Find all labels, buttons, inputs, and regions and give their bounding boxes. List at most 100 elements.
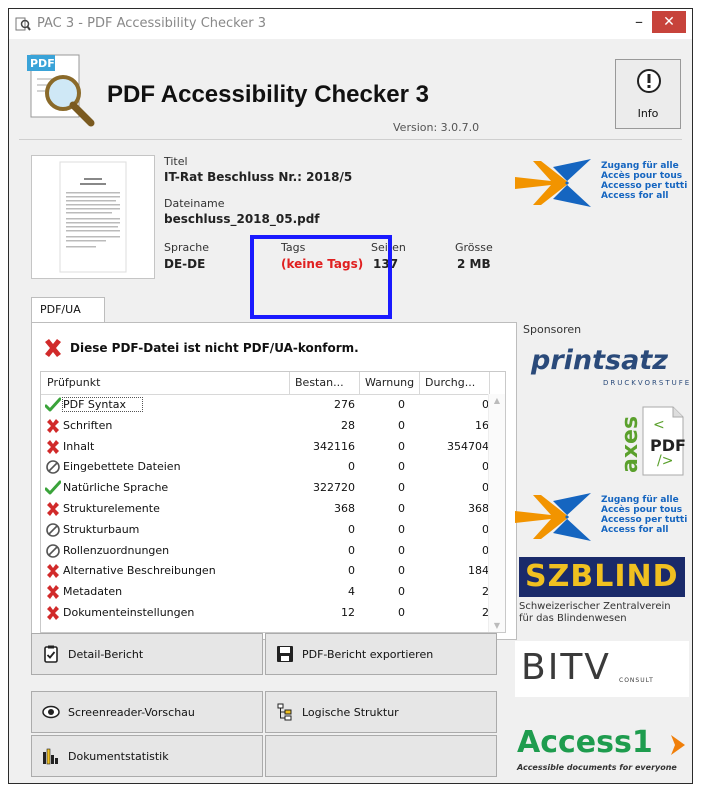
checkpoint-name: Strukturelemente xyxy=(63,502,160,515)
empty-button-slot xyxy=(265,735,497,777)
zugang-line-4b: Access for all xyxy=(601,525,669,535)
table-row[interactable]: Inhalt 342116 0 354704 xyxy=(41,437,491,457)
failed-count: 354704 xyxy=(447,439,489,453)
checkpoint-name: Natürliche Sprache xyxy=(63,481,169,495)
table-row[interactable]: Dokumenteinstellungen 12 0 2 xyxy=(41,603,491,623)
svg-text:/>: /> xyxy=(657,453,673,469)
bitv-subtitle: CONSULT xyxy=(619,677,654,684)
export-report-button[interactable]: PDF-Bericht exportieren xyxy=(265,633,497,675)
svg-text:<: < xyxy=(653,417,665,433)
warning-count: 0 xyxy=(398,439,405,453)
axes-pdf-graphic: < /> axes PDF xyxy=(618,406,686,476)
document-thumbnail xyxy=(31,155,155,279)
page-preview-image xyxy=(59,161,127,273)
language-value: DE-DE xyxy=(164,257,206,271)
exclamation-icon xyxy=(637,69,661,93)
szblind-banner: SZBLIND xyxy=(519,557,685,597)
info-button[interactable]: Info xyxy=(615,59,681,129)
not-applicable-icon xyxy=(46,460,60,475)
szblind-text: SZBLIND xyxy=(525,559,679,594)
check-results-table: Prüfpunkt Bestan... Warnung Durchg... PD… xyxy=(40,371,506,633)
pdf-ua-panel: Diese PDF-Datei ist nicht PDF/UA-konform… xyxy=(31,322,517,640)
failed-count: 0 xyxy=(482,522,489,536)
bitv-logo: BITV CONSULT xyxy=(515,641,689,697)
zugang-line-1b: Zugang für alle xyxy=(601,495,679,505)
screenreader-preview-button[interactable]: Screenreader-Vorschau xyxy=(31,691,263,733)
warning-count: 0 xyxy=(398,502,405,515)
table-row[interactable]: Natürliche Sprache 322720 0 0 xyxy=(41,478,491,498)
checkpoint-name: Eingebettete Dateien xyxy=(63,460,181,474)
warning-count: 0 xyxy=(398,398,405,411)
chevron-right-icon xyxy=(671,735,685,755)
printsatz-logo: printsatz DRUCKVORSTUFE xyxy=(531,345,691,389)
bitv-text: BITV xyxy=(521,647,611,688)
passed-count: 0 xyxy=(348,460,355,474)
checkpoint-name: Strukturbaum xyxy=(63,522,140,536)
passed-count: 0 xyxy=(348,522,355,536)
checkpoint-name: Schriften xyxy=(63,418,113,432)
zugang-logo-top: Zugang für alle Accès pour tous Accesso … xyxy=(513,155,691,211)
zugang-text-2: Zugang für alle Accès pour tous Accesso … xyxy=(601,495,687,535)
zugang-logo-bottom: Zugang für alle Accès pour tous Accesso … xyxy=(513,489,691,545)
info-button-label: Info xyxy=(637,107,659,120)
document-statistics-label: Dokumentstatistik xyxy=(68,750,169,763)
logical-structure-button[interactable]: Logische Struktur xyxy=(265,691,497,733)
not-applicable-icon xyxy=(46,522,60,537)
table-row[interactable]: Alternative Beschreibungen 0 0 184 xyxy=(41,561,491,581)
table-row[interactable]: Metadaten 4 0 2 xyxy=(41,582,491,602)
axes-pdf-logo: < /> axes PDF xyxy=(618,405,686,477)
close-button[interactable]: ✕ xyxy=(652,11,686,33)
title-label: Titel xyxy=(164,155,188,168)
passed-count: 12 xyxy=(341,606,355,619)
table-row[interactable]: Strukturbaum 0 0 0 xyxy=(41,520,491,540)
column-header-failed[interactable]: Durchg... xyxy=(425,376,475,389)
axes-text: axes xyxy=(621,416,643,473)
zugang-arrow-graphic-2 xyxy=(515,493,591,541)
sponsors-label: Sponsoren xyxy=(523,323,582,336)
access1-subtitle: Accessible documents for everyone xyxy=(517,763,677,772)
pac-logo: PDF xyxy=(27,54,95,127)
checkpoint-name: PDF Syntax xyxy=(62,397,143,412)
checkpoint-name: Rollenzuordnungen xyxy=(63,543,170,557)
scroll-down-icon[interactable]: ▼ xyxy=(489,621,505,630)
warning-count: 0 xyxy=(398,418,405,432)
clipboard-check-icon xyxy=(44,645,58,663)
column-header-warnings[interactable]: Warnung xyxy=(365,376,414,389)
table-row[interactable]: Schriften 28 0 16 xyxy=(41,416,491,436)
tab-pdf-ua[interactable]: PDF/UA xyxy=(31,297,105,323)
failed-count: 2 xyxy=(482,606,489,619)
document-statistics-button[interactable]: Dokumentstatistik xyxy=(31,735,263,777)
passed-count: 322720 xyxy=(313,481,355,495)
passed-count: 0 xyxy=(348,543,355,557)
not-applicable-icon xyxy=(46,543,60,558)
minimize-button[interactable]: – xyxy=(626,11,652,35)
failed-count: 0 xyxy=(482,543,489,557)
access1-logo: Access1 Accessible documents for everyon… xyxy=(517,725,691,781)
zugang-line-2: Accès pour tous xyxy=(601,171,683,181)
warning-count: 0 xyxy=(398,460,405,474)
passed-count: 4 xyxy=(348,585,355,599)
failed-count: 0 xyxy=(482,460,489,474)
table-row[interactable]: PDF Syntax 276 0 0 xyxy=(41,395,491,415)
passed-count: 0 xyxy=(348,564,355,578)
szblind-subtitle-1: Schweizerischer Zentralverein xyxy=(519,601,671,612)
scroll-up-icon[interactable]: ▲ xyxy=(489,396,505,405)
cross-icon xyxy=(47,564,59,579)
table-row[interactable]: Rollenzuordnungen 0 0 0 xyxy=(41,541,491,561)
bar-chart-icon xyxy=(43,748,58,765)
access1-text: Access1 xyxy=(517,725,653,760)
column-header-checkpoint[interactable]: Prüfpunkt xyxy=(47,376,100,389)
detail-report-button[interactable]: Detail-Bericht xyxy=(31,633,263,675)
main-window: PAC 3 - PDF Accessibility Checker 3 – ✕ … xyxy=(8,8,693,784)
passed-count: 342116 xyxy=(313,439,355,453)
failed-count: 0 xyxy=(482,481,489,495)
printsatz-subtitle: DRUCKVORSTUFE xyxy=(603,379,692,387)
passed-count: 368 xyxy=(334,502,355,515)
zugang-line-3: Accesso per tutti xyxy=(601,181,688,191)
table-row[interactable]: Eingebettete Dateien 0 0 0 xyxy=(41,457,491,477)
column-header-passed[interactable]: Bestan... xyxy=(295,376,344,389)
table-row[interactable]: Strukturelemente 368 0 368 xyxy=(41,499,491,519)
size-label: Grösse xyxy=(455,241,493,254)
check-icon xyxy=(45,397,61,412)
vertical-scrollbar[interactable]: ▲ ▼ xyxy=(488,394,505,632)
